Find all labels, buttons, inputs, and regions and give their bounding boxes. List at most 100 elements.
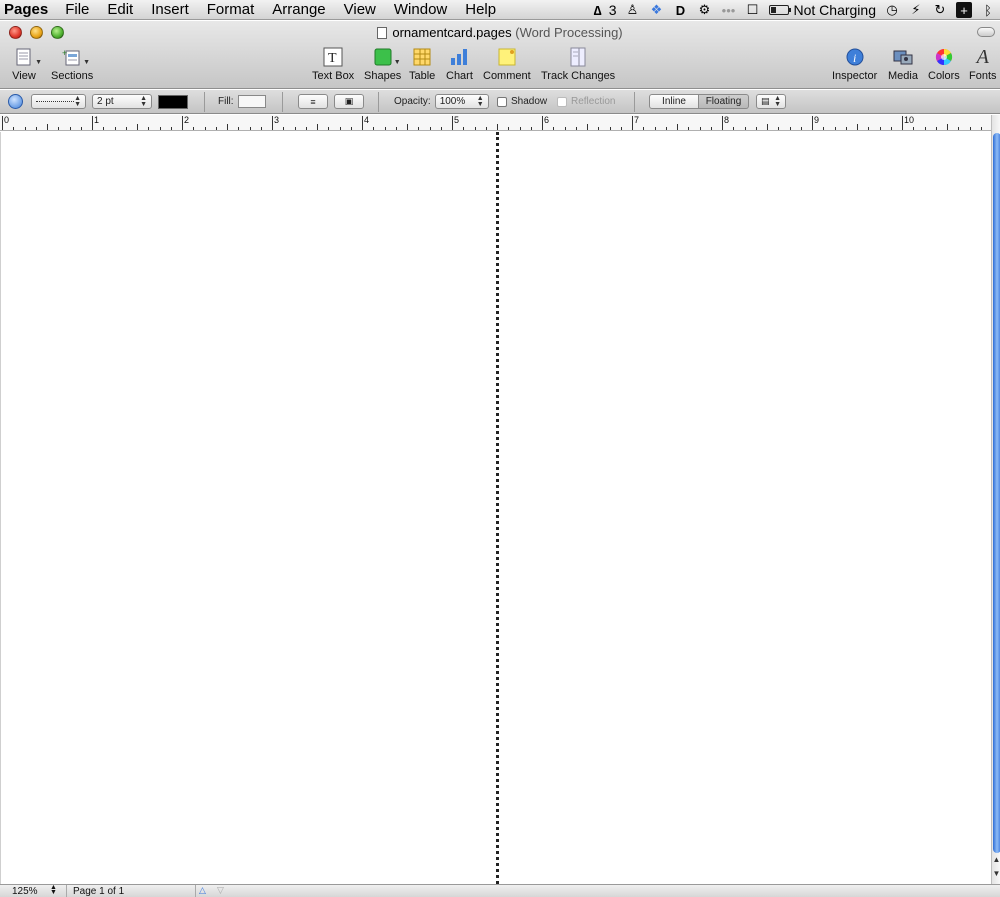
stamp-icon[interactable]: ♙ <box>625 2 641 18</box>
view-button[interactable]: ▼ View <box>12 46 42 82</box>
ruler-tick <box>485 127 487 130</box>
ruler-tick <box>587 124 588 130</box>
ruler-tick <box>980 127 982 130</box>
previous-page-icon[interactable]: △ <box>199 885 206 896</box>
sections-button[interactable]: + ▼ Sections <box>51 46 93 82</box>
media-label: Media <box>888 70 918 82</box>
fill-color-well[interactable] <box>237 95 266 108</box>
track-changes-label: Track Changes <box>541 70 616 82</box>
reflection-checkbox[interactable]: Reflection <box>557 94 615 109</box>
document-canvas[interactable] <box>0 132 992 884</box>
scroll-up-arrow-icon[interactable]: ▲ <box>992 855 1000 864</box>
ruler-tick <box>947 124 948 130</box>
fonts-button[interactable]: A Fonts <box>969 46 997 83</box>
stepper-icon: ▲ ▼ <box>476 94 484 108</box>
window-doc-type: (Word Processing) <box>515 25 623 40</box>
styles-drawer-button[interactable] <box>8 94 23 109</box>
divider <box>634 92 635 112</box>
bluetooth-icon[interactable]: ᛒ <box>980 2 996 18</box>
menu-file[interactable]: File <box>56 1 98 18</box>
zoom-select[interactable]: 125% <box>12 886 38 897</box>
stroke-width-box: 2 pt ▲ ▼ <box>92 94 152 109</box>
menu-app-pages[interactable]: Pages <box>0 1 56 18</box>
plus-box-icon[interactable]: + <box>956 2 972 18</box>
ruler-tick <box>170 127 172 130</box>
text-wrap-button[interactable]: ▣ <box>334 94 364 109</box>
ruler-tick <box>519 127 521 130</box>
inspector-button[interactable]: i Inspector <box>832 46 877 82</box>
shapes-icon: ▼ <box>371 46 401 68</box>
shapes-button[interactable]: ▼ Shapes <box>364 46 401 82</box>
menu-insert[interactable]: Insert <box>142 1 198 18</box>
ruler-tick <box>665 127 667 130</box>
ruler-tick <box>395 127 397 130</box>
vertical-scrollbar[interactable]: ▲ ▼ <box>991 115 1000 885</box>
ruler-tick <box>497 124 498 130</box>
dropbox-icon[interactable]: ❖ <box>649 2 665 18</box>
colors-button[interactable]: Colors <box>928 46 960 82</box>
shadow-checkbox[interactable]: Shadow <box>497 94 547 109</box>
fold-line-shape[interactable] <box>496 132 499 884</box>
horizontal-ruler[interactable]: 0 1 2 3 4 5 6 7 8 9 10 <box>0 115 992 131</box>
wrap-icon: ≡ <box>310 96 316 107</box>
gear-icon[interactable]: ⚙ <box>697 2 713 18</box>
paragraph-styles-icon <box>8 94 23 109</box>
ruler-tick <box>564 127 566 130</box>
ruler-number: 6 <box>544 115 550 125</box>
inline-button[interactable]: Inline <box>649 94 699 109</box>
scroll-thumb[interactable] <box>993 133 1000 853</box>
ruler-tick <box>677 124 678 130</box>
menu-edit[interactable]: Edit <box>98 1 142 18</box>
ruler-tick <box>418 127 420 130</box>
dots-icon[interactable]: ••• <box>721 2 737 18</box>
opacity-select[interactable]: 100% ▲ ▼ <box>434 94 489 109</box>
next-page-icon[interactable]: ▽ <box>217 885 224 896</box>
clipboard-icon[interactable]: ☐ <box>745 2 761 18</box>
ruler-tick <box>463 127 465 130</box>
opacity-control: Opacity: 100% ▲ ▼ <box>394 94 489 109</box>
inspector-label: Inspector <box>832 70 878 82</box>
fill-control: Fill: <box>218 94 266 109</box>
d-icon[interactable]: D <box>673 2 689 18</box>
menu-format[interactable]: Format <box>198 1 264 18</box>
toolbar-toggle-button[interactable] <box>977 27 995 37</box>
menu-window[interactable]: Window <box>385 1 456 18</box>
track-changes-icon <box>566 46 590 68</box>
menu-extras: ∆ 3 ♙ ❖ D ⚙ ••• ☐ Not Charging ◷ ⚡ ↻ + ᛒ <box>590 0 996 20</box>
floating-button[interactable]: Floating <box>699 94 749 109</box>
stepper-icon: ▲ ▼ <box>774 94 781 108</box>
ruler-number: 3 <box>274 115 280 125</box>
zoom-stepper-icon[interactable]: ▲ ▼ <box>50 884 57 896</box>
svg-text:i: i <box>853 51 856 65</box>
comment-button[interactable]: Comment <box>483 46 531 82</box>
chart-button[interactable]: Chart <box>446 46 473 82</box>
table-button[interactable]: Table <box>409 46 435 82</box>
ruler-tick <box>542 116 543 130</box>
sync-icon[interactable]: ↻ <box>932 2 948 18</box>
ruler-tick <box>755 127 757 130</box>
media-button[interactable]: Media <box>888 46 918 82</box>
view-icon: ▼ <box>12 46 42 68</box>
ruler-tick <box>114 127 116 130</box>
adobe-menu-extra[interactable]: ∆ 3 <box>590 2 617 18</box>
ruler-number: 4 <box>364 115 370 125</box>
ruler-tick <box>159 127 161 130</box>
dotted-line-icon <box>36 101 75 102</box>
track-changes-button[interactable]: Track Changes <box>541 46 615 82</box>
time-machine-icon[interactable]: ◷ <box>884 2 900 18</box>
stroke-color-well[interactable] <box>158 94 188 109</box>
wrap-button[interactable]: ≡ <box>298 94 328 109</box>
menu-view[interactable]: View <box>335 1 385 18</box>
text-box-button[interactable]: T Text Box <box>312 46 354 82</box>
ruler-tick <box>125 127 127 130</box>
menu-arrange[interactable]: Arrange <box>263 1 334 18</box>
menu-help[interactable]: Help <box>456 1 505 18</box>
scroll-down-arrow-icon[interactable]: ▼ <box>992 869 1000 878</box>
lightning-icon[interactable]: ⚡ <box>908 2 924 18</box>
ruler-tick <box>879 127 881 130</box>
table-label: Table <box>409 70 436 82</box>
battery-status[interactable]: Not Charging <box>768 2 876 18</box>
stroke-style-select[interactable]: ▲ ▼ <box>31 94 86 109</box>
stroke-width-select[interactable]: 2 pt ▲ ▼ <box>92 94 152 109</box>
wrap-style-select[interactable]: ▤ ▲ ▼ <box>756 94 786 109</box>
